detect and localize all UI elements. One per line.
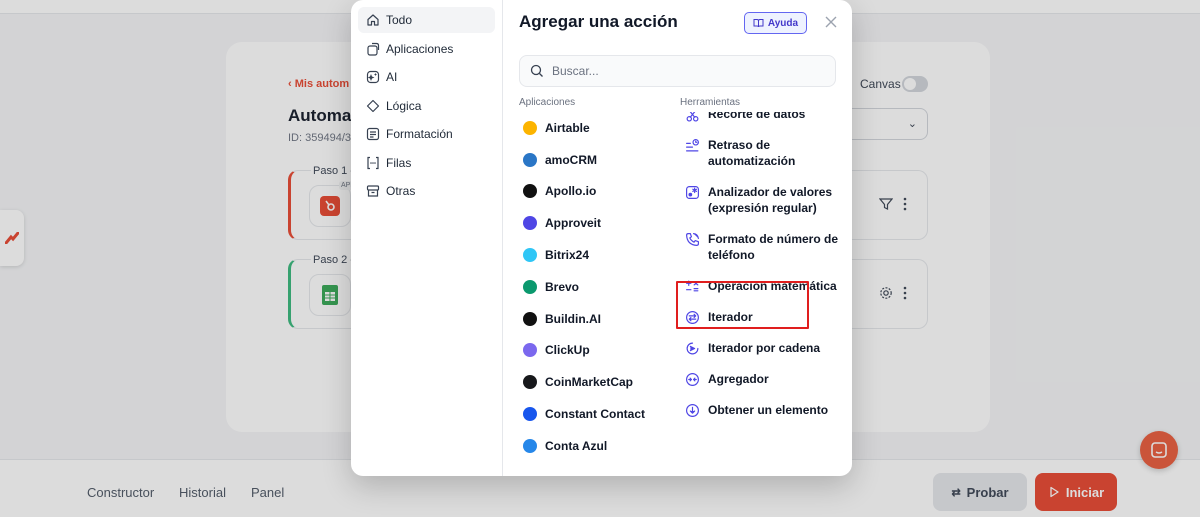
app-item-airtable[interactable]: Airtable	[523, 112, 673, 144]
app-item-constant-contact[interactable]: Constant Contact	[523, 398, 673, 430]
selection-highlight	[676, 281, 809, 329]
category-label: Todo	[386, 13, 413, 27]
category-formatacion[interactable]: Formatación	[358, 121, 495, 147]
regex-icon	[686, 186, 699, 199]
modal-main: Agregar una acción Ayuda Aplicaciones He…	[503, 0, 852, 476]
delay-icon	[686, 139, 699, 152]
apps-list: Airtable amoCRM Apollo.io Approveit Bitrix24…	[523, 112, 673, 453]
app-logo-icon	[523, 438, 537, 453]
category-label: Filas	[386, 155, 412, 170]
tool-label: Formato de número de teléfono	[708, 232, 839, 262]
tool-label: Retraso de automatización	[708, 138, 796, 168]
app-logo-icon	[523, 343, 537, 358]
app-label: ClickUp	[545, 343, 590, 358]
modal-title: Agregar una acción	[519, 12, 678, 31]
category-label: AI	[386, 70, 398, 84]
app-logo-icon	[523, 152, 537, 167]
app-item-conta-azul[interactable]: Conta Azul	[523, 430, 673, 453]
app-label: Bitrix24	[545, 248, 590, 263]
search-box[interactable]	[519, 55, 836, 87]
app-logo-icon	[523, 407, 537, 422]
category-todo[interactable]: Todo	[358, 7, 495, 33]
tool-item-get-element[interactable]: Obtener un elemento	[685, 402, 845, 418]
scissors-icon	[686, 112, 699, 122]
tool-item-string-iterator[interactable]: Iterador por cadena	[685, 340, 845, 356]
close-button[interactable]	[821, 12, 841, 32]
ai-icon	[366, 70, 380, 84]
app-label: Approveit	[545, 216, 602, 231]
tool-label: Iterador por cadena	[708, 341, 821, 355]
logic-icon	[366, 99, 380, 112]
format-icon	[366, 127, 380, 141]
app-logo-icon	[523, 184, 537, 199]
apps-section-title: Aplicaciones	[519, 97, 576, 108]
tools-list: Recorte de datos Retraso de automatizació…	[685, 112, 845, 418]
phone-icon	[686, 233, 699, 246]
category-filas[interactable]: Filas	[358, 150, 495, 176]
category-label: Lógica	[386, 98, 422, 113]
app-logo-icon	[523, 311, 537, 326]
search-icon	[530, 64, 543, 77]
category-label: Formatación	[386, 127, 453, 141]
app-label: Conta Azul	[545, 438, 608, 453]
tools-section-title: Herramientas	[680, 97, 741, 108]
app-label: Constant Contact	[545, 407, 645, 422]
get-element-icon	[686, 404, 699, 417]
book-icon	[753, 19, 764, 28]
app-label: amoCRM	[545, 152, 598, 167]
tool-label: Agregador	[708, 372, 769, 386]
help-button-label: Ayuda	[767, 17, 799, 29]
app-label: Airtable	[545, 120, 590, 135]
app-label: Apollo.io	[545, 184, 597, 199]
app-logo-icon	[523, 279, 537, 294]
tool-label: Analizador de valores (expresión regular…	[708, 185, 833, 215]
tool-item-delay[interactable]: Retraso de automatización	[685, 137, 845, 169]
aggregator-icon	[686, 373, 699, 386]
category-sidebar: Todo Aplicaciones AI Lógica Formatación …	[351, 0, 503, 476]
home-icon	[367, 14, 379, 26]
app-logo-icon	[523, 375, 537, 390]
tool-label: Obtener un elemento	[708, 403, 829, 417]
app-item-buildin-ai[interactable]: Buildin.AI	[523, 303, 673, 335]
tool-item-regex[interactable]: Analizador de valores (expresión regular…	[685, 184, 845, 216]
category-label: Otras	[386, 184, 416, 198]
app-item-approveit[interactable]: Approveit	[523, 207, 673, 239]
add-action-modal: Todo Aplicaciones AI Lógica Formatación …	[351, 0, 852, 476]
help-button[interactable]: Ayuda	[744, 12, 807, 34]
app-logo-icon	[523, 248, 537, 263]
app-logo-icon	[523, 120, 537, 135]
brackets-icon	[367, 156, 379, 169]
app-logo-icon	[523, 216, 537, 231]
tool-item-phone[interactable]: Formato de número de teléfono	[685, 231, 845, 263]
app-item-amocrm[interactable]: amoCRM	[523, 144, 673, 176]
tool-item-scissors[interactable]: Recorte de datos	[685, 112, 845, 122]
app-label: CoinMarketCap	[545, 375, 634, 390]
category-logica[interactable]: Lógica	[358, 93, 495, 119]
app-item-bitrix24[interactable]: Bitrix24	[523, 239, 673, 271]
tool-label: Recorte de datos	[708, 112, 806, 121]
app-item-brevo[interactable]: Brevo	[523, 271, 673, 303]
app-label: Buildin.AI	[545, 311, 601, 326]
search-input[interactable]	[552, 64, 812, 78]
app-label: Brevo	[545, 279, 580, 294]
app-item-clickup[interactable]: ClickUp	[523, 335, 673, 367]
close-icon	[825, 16, 837, 28]
string-iterator-icon	[686, 342, 699, 355]
category-otras[interactable]: Otras	[358, 178, 495, 204]
category-ai[interactable]: AI	[358, 64, 495, 90]
category-aplicaciones[interactable]: Aplicaciones	[358, 36, 495, 62]
apps-icon	[367, 42, 380, 56]
tool-item-aggregator[interactable]: Agregador	[685, 371, 845, 387]
archive-icon	[366, 185, 380, 197]
category-label: Aplicaciones	[386, 41, 454, 56]
app-item-coinmarketcap[interactable]: CoinMarketCap	[523, 366, 673, 398]
app-item-apollo-io[interactable]: Apollo.io	[523, 176, 673, 208]
